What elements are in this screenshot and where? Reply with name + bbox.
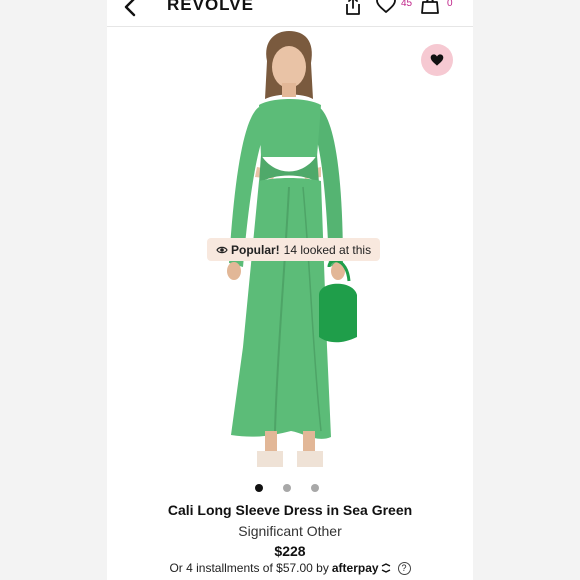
share-icon <box>346 0 360 15</box>
product-price: $228 <box>274 543 306 559</box>
afterpay-icon <box>381 563 390 573</box>
carousel-dot[interactable] <box>311 484 319 492</box>
installments-info: Or 4 installments of $57.00 by afterpay … <box>107 561 473 575</box>
favorite-button[interactable] <box>421 44 453 76</box>
popular-label: Popular! <box>231 242 280 257</box>
wishlist-button[interactable] <box>375 0 397 14</box>
back-button[interactable] <box>121 0 141 18</box>
product-brand[interactable]: Significant Other <box>107 523 473 539</box>
help-icon[interactable]: ? <box>397 561 411 575</box>
afterpay-wordmark: afterpay <box>331 561 379 575</box>
carousel-dot[interactable] <box>255 484 263 492</box>
heart-icon <box>430 54 444 66</box>
heart-icon <box>376 0 396 13</box>
wishlist-count-badge: 45 <box>401 0 413 9</box>
bag-count-badge: 0 <box>447 0 453 9</box>
eye-icon <box>216 245 228 255</box>
afterpay-logo: afterpay <box>332 561 392 575</box>
carousel-indicator <box>255 484 319 492</box>
shopping-bag-button[interactable] <box>420 0 440 15</box>
popular-text: 14 looked at this <box>283 242 372 257</box>
chevron-left-icon <box>124 0 136 17</box>
bag-icon <box>421 0 439 14</box>
product-title: Cali Long Sleeve Dress in Sea Green <box>167 502 413 518</box>
app-screen: REVOLVE 45 0 Popular! 14 looked at this … <box>107 0 473 580</box>
popular-badge: Popular! 14 looked at this <box>207 238 381 261</box>
brand-logo[interactable]: REVOLVE <box>167 0 254 15</box>
installments-text: Or 4 installments of $57.00 by <box>169 561 329 575</box>
top-nav: REVOLVE 45 0 <box>107 0 473 22</box>
share-button[interactable] <box>343 0 363 16</box>
carousel-dot[interactable] <box>283 484 291 492</box>
